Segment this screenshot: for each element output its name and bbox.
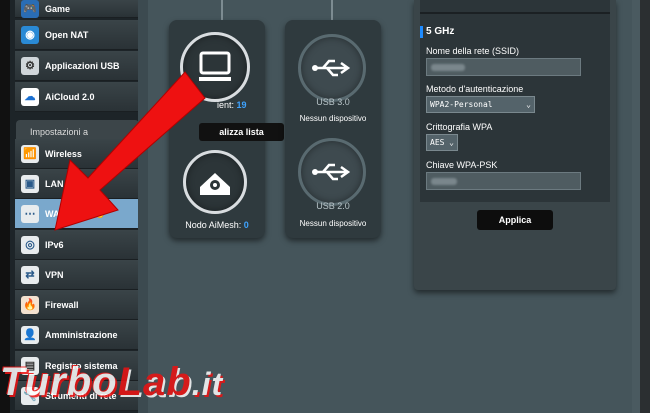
scroll-track [632,0,640,413]
usb-apps-icon: ⚙ [21,56,39,75]
encryption-label: Crittografia WPA [426,122,493,132]
sidebar-item-wireless[interactable]: 📶 Wireless [15,139,144,169]
auth-method-label: Metodo d'autenticazione [426,84,524,94]
usb30-title: USB 3.0 [316,97,350,107]
panel-header-strip [420,0,610,14]
globe-icon: ◉ [21,25,39,44]
vpn-icon: ⇄ [21,265,39,284]
gamepad-icon: 🎮 [21,0,39,18]
mouse-cursor-icon: ☝ [94,208,107,219]
aimesh-icon [200,173,230,195]
ipv6-icon: ◎ [21,235,39,254]
psk-label: Chiave WPA-PSK [426,160,498,170]
apply-button[interactable]: Applica [477,210,553,230]
sidebar-item-label: Wireless [45,148,82,159]
connector-line [221,0,223,20]
watermark-part2: Lab [117,360,192,404]
sidebar-item-label: VPN [45,269,64,280]
watermark-part1: Turbo [0,360,118,404]
clients-circle[interactable] [180,32,250,102]
auth-method-value: WPA2-Personal [430,100,493,109]
window-right-border [640,0,650,413]
usb30-status: Nessun dispositivo [299,114,367,123]
redacted-value [431,64,465,71]
sidebar-item-label: IPv6 [45,239,64,250]
usb20-status: Nessun dispositivo [299,219,367,228]
wan-icon: ⋯ [21,204,39,223]
view-list-button[interactable]: alizza lista [199,123,284,141]
aimesh-circle[interactable] [183,150,247,214]
sidebar-item-game[interactable]: 🎮 Game [15,0,144,18]
view-list-label: alizza lista [219,127,264,137]
firewall-icon: 🔥 [21,295,39,314]
chevron-down-icon: ⌄ [449,138,454,147]
redacted-value [431,178,457,185]
sidebar-item-label: Firewall [45,299,79,310]
sidebar-item-label: WAN [45,208,66,219]
usb30-circle[interactable] [298,34,366,102]
clients-count: 19 [236,100,247,110]
usb-card: USB 3.0 Nessun dispositivo USB 2.0 Nessu… [285,20,381,238]
sidebar-item-label: LAN [45,178,64,189]
window-left-border [0,0,10,413]
clients-label: ient: [217,100,235,110]
usb-icon [312,59,351,77]
aimesh-count: 0 [243,220,249,230]
wireless-settings-panel: 5 GHz Nome della rete (SSID) Metodo d'au… [414,0,616,290]
lan-icon: ▣ [21,174,39,193]
aimesh-label: Nodo AiMesh: 0 [169,220,265,230]
aimesh-text: Nodo AiMesh: [185,220,242,230]
ssid-input[interactable] [426,58,581,76]
usb20-circle[interactable] [298,138,366,206]
watermark-part3: .it [191,366,224,402]
sidebar-item-wan[interactable]: ⋯ WAN ☝ [15,199,144,229]
admin-icon: 👤 [21,325,39,344]
clients-count-label: ient: 19 [217,100,277,110]
encryption-select[interactable]: AES ⌄ [426,134,458,151]
band-marker [420,26,423,38]
watermark-logo: TurboLab.it [0,360,223,405]
chevron-down-icon: ⌄ [526,100,531,109]
psk-input[interactable] [426,172,581,190]
sidebar-item-label: Open NAT [45,29,89,40]
clients-card: ient: 19 alizza lista Nodo AiMesh: 0 [169,20,284,238]
encryption-value: AES [430,138,445,147]
sidebar-item-lan[interactable]: ▣ LAN [15,169,144,199]
auth-method-select[interactable]: WPA2-Personal ⌄ [426,96,535,113]
ssid-label: Nome della rete (SSID) [426,46,520,56]
sidebar-item-ipv6[interactable]: ◎ IPv6 [15,230,144,260]
apply-label: Applica [498,215,532,225]
sidebar-item-label: AiCloud 2.0 [45,91,95,102]
sidebar-item-vpn[interactable]: ⇄ VPN [15,260,144,290]
connector-line [331,0,333,20]
usb-icon [312,163,351,181]
monitor-icon [199,51,231,81]
cloud-icon: ☁ [21,87,39,106]
sidebar-item-aicloud[interactable]: ☁ AiCloud 2.0 [15,82,144,112]
wireless-icon: 📶 [21,144,39,163]
sidebar-item-usb-apps[interactable]: ⚙ Applicazioni USB [15,51,144,81]
sidebar-item-open-nat[interactable]: ◉ Open NAT [15,20,144,50]
sidebar-item-label: Game [45,3,71,14]
sidebar-item-firewall[interactable]: 🔥 Firewall [15,290,144,320]
band-title: 5 GHz [426,26,455,37]
sidebar-item-administration[interactable]: 👤 Amministrazione [15,320,144,350]
usb20-title: USB 2.0 [316,201,350,211]
sidebar-item-label: Amministrazione [45,329,118,340]
sidebar-item-label: Applicazioni USB [45,60,120,71]
